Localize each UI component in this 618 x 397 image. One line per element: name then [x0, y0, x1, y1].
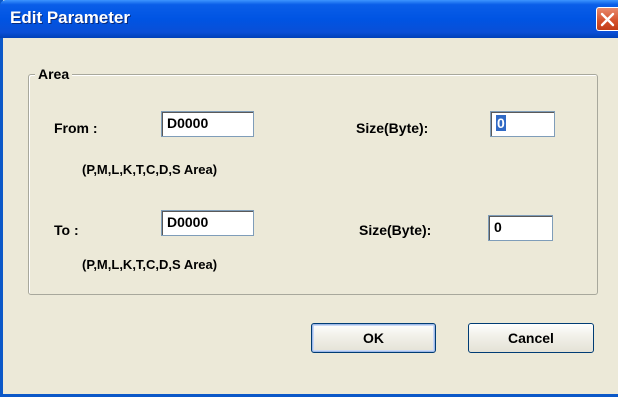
- from-size-value: 0: [496, 115, 506, 131]
- cancel-button[interactable]: Cancel: [468, 323, 594, 353]
- area-group-label: Area: [35, 66, 73, 82]
- to-size-field[interactable]: 0: [488, 215, 553, 241]
- close-icon: [600, 12, 615, 27]
- from-address-field[interactable]: D0000: [161, 111, 254, 137]
- from-label: From :: [54, 120, 98, 136]
- edit-parameter-dialog: Edit Parameter Area From : D0000 Size(By…: [0, 0, 618, 397]
- to-size-label: Size(Byte):: [359, 222, 432, 238]
- to-label: To :: [54, 222, 79, 238]
- from-area-hint: (P,M,L,K,T,C,D,S Area): [82, 162, 218, 177]
- to-address-field[interactable]: D0000: [161, 210, 254, 236]
- ok-button[interactable]: OK: [311, 323, 436, 353]
- to-area-hint: (P,M,L,K,T,C,D,S Area): [82, 257, 218, 272]
- window-title: Edit Parameter: [10, 8, 130, 27]
- title-bar[interactable]: Edit Parameter: [0, 0, 618, 38]
- close-button[interactable]: [596, 7, 618, 31]
- from-size-field[interactable]: 0: [490, 111, 555, 137]
- from-size-label: Size(Byte):: [356, 120, 429, 136]
